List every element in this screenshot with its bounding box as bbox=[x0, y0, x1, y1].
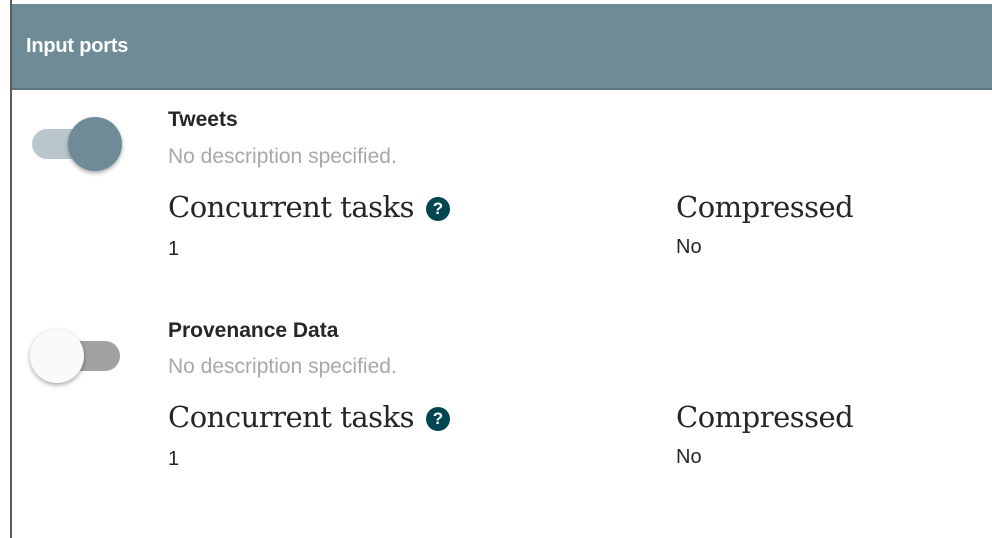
panel-title: Input ports bbox=[26, 35, 129, 57]
concurrent-tasks-label: Concurrent tasks? bbox=[168, 400, 450, 434]
compressed-label: Compressed bbox=[676, 400, 854, 434]
port-item-tweets: Tweets No description specified. Concurr… bbox=[12, 92, 992, 292]
port-name: Provenance Data bbox=[168, 319, 339, 342]
toggle-thumb bbox=[30, 329, 84, 383]
port-description: No description specified. bbox=[168, 145, 397, 168]
panel-header: Input ports bbox=[12, 4, 992, 90]
compressed-value: No bbox=[676, 446, 702, 468]
compressed-value: No bbox=[676, 236, 702, 258]
concurrent-tasks-label-text: Concurrent tasks bbox=[168, 190, 414, 224]
concurrent-tasks-label-text: Concurrent tasks bbox=[168, 400, 414, 434]
concurrent-tasks-label: Concurrent tasks? bbox=[168, 190, 450, 224]
compressed-label: Compressed bbox=[676, 190, 854, 224]
port-enabled-toggle[interactable] bbox=[30, 114, 122, 174]
concurrent-tasks-value: 1 bbox=[168, 448, 180, 470]
input-ports-panel: Input ports Tweets No description specif… bbox=[10, 0, 992, 538]
help-icon[interactable]: ? bbox=[425, 197, 450, 221]
port-item-provenance-data: Provenance Data No description specified… bbox=[12, 302, 992, 502]
port-name: Tweets bbox=[168, 108, 238, 131]
concurrent-tasks-value: 1 bbox=[168, 238, 180, 260]
port-enabled-toggle[interactable] bbox=[30, 326, 122, 386]
toggle-thumb bbox=[68, 117, 122, 171]
help-icon[interactable]: ? bbox=[425, 407, 450, 431]
port-description: No description specified. bbox=[168, 355, 397, 378]
